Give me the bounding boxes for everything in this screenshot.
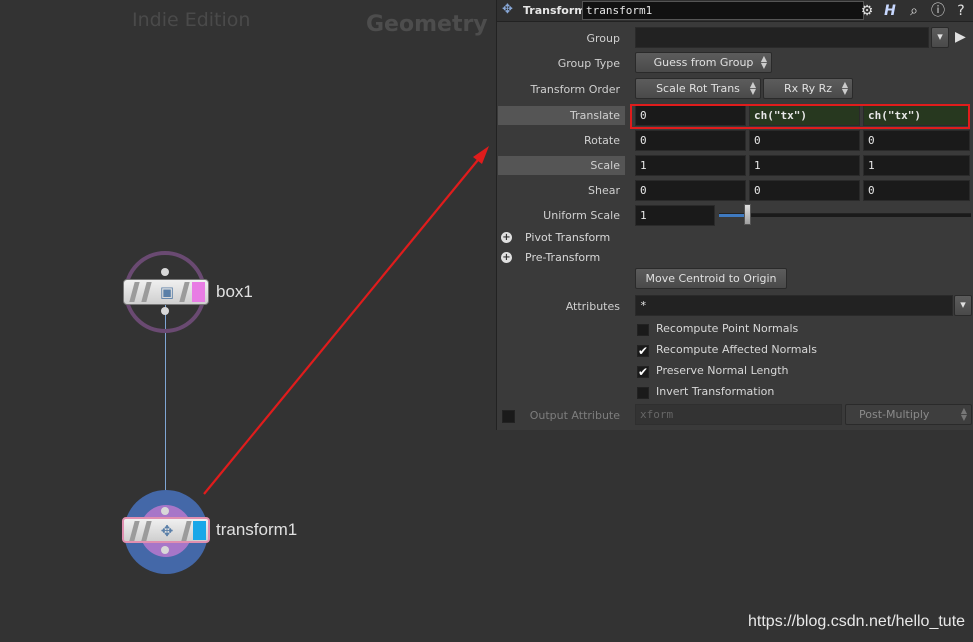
transform1-node[interactable]: ✥ bbox=[122, 517, 210, 543]
recompute-affected-normals-checkbox[interactable]: ✔ bbox=[637, 345, 649, 357]
pivot-transform-folder[interactable]: Pivot Transform bbox=[525, 231, 610, 244]
transform-order-value: Scale Rot Trans bbox=[656, 82, 740, 95]
info-icon[interactable]: ⓘ bbox=[928, 1, 948, 21]
box-icon: ▣ bbox=[159, 283, 175, 301]
group-label: Group bbox=[586, 32, 621, 45]
scale-x-field[interactable]: 1 bbox=[635, 155, 746, 176]
rotate-label: Rotate bbox=[583, 134, 620, 147]
slider-handle[interactable] bbox=[744, 204, 751, 225]
scale-y-field[interactable]: 1 bbox=[749, 155, 860, 176]
rotation-order-menu[interactable]: Rx Ry Rz ▲ ▼ bbox=[763, 78, 853, 99]
menu-spin-icon: ▲ ▼ bbox=[841, 80, 848, 96]
node-connection-wire bbox=[165, 305, 166, 517]
box1-input-connector[interactable] bbox=[161, 268, 169, 276]
node-template-stripe[interactable] bbox=[179, 282, 190, 302]
node-type-label: Transform bbox=[523, 4, 586, 17]
search-icon[interactable]: ⌕ bbox=[904, 1, 924, 21]
shear-label: Shear bbox=[588, 184, 620, 197]
transform-icon: ✥ bbox=[160, 522, 174, 540]
recompute-affected-normals-label[interactable]: Recompute Affected Normals bbox=[656, 343, 817, 356]
gear-icon[interactable]: ⚙ bbox=[857, 1, 877, 21]
node-bypass-stripe[interactable] bbox=[129, 282, 140, 302]
preserve-normal-length-checkbox[interactable]: ✔ bbox=[637, 366, 649, 378]
help-icon[interactable]: ? bbox=[951, 1, 971, 21]
slider-fill bbox=[719, 214, 744, 217]
box1-node[interactable]: ▣ bbox=[123, 279, 209, 305]
node-lock-stripe[interactable] bbox=[141, 521, 152, 541]
translate-highlight-box bbox=[630, 104, 970, 129]
menu-spin-icon: ▲ ▼ bbox=[749, 80, 756, 96]
recompute-point-normals-checkbox[interactable] bbox=[637, 324, 649, 336]
transform1-node-label[interactable]: transform1 bbox=[216, 520, 297, 540]
invert-transformation-label[interactable]: Invert Transformation bbox=[656, 385, 774, 398]
transform1-output-connector[interactable] bbox=[161, 546, 169, 554]
node-lock-stripe[interactable] bbox=[141, 282, 152, 302]
context-watermark: Geometry bbox=[366, 12, 488, 37]
group-field[interactable] bbox=[635, 27, 929, 48]
translate-label[interactable]: Translate bbox=[498, 106, 625, 125]
shear-z-field[interactable]: 0 bbox=[863, 180, 970, 201]
move-centroid-button[interactable]: Move Centroid to Origin bbox=[635, 268, 787, 289]
box1-node-label[interactable]: box1 bbox=[216, 282, 253, 302]
edition-watermark: Indie Edition bbox=[132, 9, 251, 31]
node-name-field[interactable]: transform1 bbox=[582, 1, 864, 20]
uniform-scale-slider[interactable] bbox=[719, 213, 971, 217]
expand-plus-icon[interactable]: + bbox=[501, 252, 512, 263]
menu-spin-icon: ▲ ▼ bbox=[760, 54, 767, 70]
node-bypass-stripe[interactable] bbox=[129, 521, 140, 541]
rotate-z-field[interactable]: 0 bbox=[863, 130, 970, 151]
transform-order-menu[interactable]: Scale Rot Trans ▲ ▼ bbox=[635, 78, 761, 99]
shear-x-field[interactable]: 0 bbox=[635, 180, 746, 201]
output-attribute-toggle[interactable] bbox=[502, 410, 515, 423]
rotation-order-value: Rx Ry Rz bbox=[783, 82, 833, 95]
selection-arrow-icon[interactable]: ▶ bbox=[955, 29, 966, 45]
group-type-menu[interactable]: Guess from Group ▲ ▼ bbox=[635, 52, 772, 73]
expand-plus-icon[interactable]: + bbox=[501, 232, 512, 243]
group-type-label: Group Type bbox=[557, 57, 620, 70]
group-type-value: Guess from Group bbox=[653, 56, 754, 69]
source-credit: https://blog.csdn.net/hello_tute bbox=[748, 613, 966, 630]
pre-transform-folder[interactable]: Pre-Transform bbox=[525, 251, 600, 264]
transform-icon: ✥ bbox=[502, 2, 513, 17]
parameter-panel: ✥ Transform transform1 ⚙ H ⌕ ⓘ ? Group ▾… bbox=[496, 0, 973, 430]
shear-y-field[interactable]: 0 bbox=[749, 180, 860, 201]
output-attribute-field[interactable]: xform bbox=[635, 404, 842, 425]
output-mode-menu[interactable]: Post-Multiply ▲ ▼ bbox=[845, 404, 972, 425]
transform-order-label: Transform Order bbox=[530, 83, 620, 96]
scale-z-field[interactable]: 1 bbox=[863, 155, 970, 176]
parameter-toolbar: ✥ Transform transform1 ⚙ H ⌕ ⓘ ? bbox=[497, 0, 973, 22]
uniform-scale-field[interactable]: 1 bbox=[635, 205, 715, 226]
attributes-field[interactable]: * bbox=[635, 295, 953, 316]
attributes-dropdown-button[interactable]: ▾ bbox=[954, 295, 972, 316]
houdini-help-icon[interactable]: H bbox=[880, 1, 900, 21]
uniform-scale-label: Uniform Scale bbox=[543, 209, 620, 222]
group-dropdown-button[interactable]: ▾ bbox=[931, 27, 949, 48]
rotate-y-field[interactable]: 0 bbox=[749, 130, 860, 151]
rotate-x-field[interactable]: 0 bbox=[635, 130, 746, 151]
preserve-normal-length-label[interactable]: Preserve Normal Length bbox=[656, 364, 789, 377]
display-flag[interactable] bbox=[193, 521, 206, 540]
scale-label[interactable]: Scale bbox=[498, 156, 625, 175]
menu-spin-icon: ▲ ▼ bbox=[960, 406, 967, 422]
node-template-stripe[interactable] bbox=[181, 521, 192, 541]
invert-transformation-checkbox[interactable] bbox=[637, 387, 649, 399]
output-attribute-label: Output Attribute bbox=[529, 409, 620, 422]
recompute-point-normals-label[interactable]: Recompute Point Normals bbox=[656, 322, 798, 335]
transform1-input-connector[interactable] bbox=[161, 507, 169, 515]
box1-output-connector[interactable] bbox=[161, 307, 169, 315]
attributes-label: Attributes bbox=[565, 300, 620, 313]
output-mode-value: Post-Multiply bbox=[859, 408, 930, 421]
display-flag[interactable] bbox=[192, 282, 205, 302]
